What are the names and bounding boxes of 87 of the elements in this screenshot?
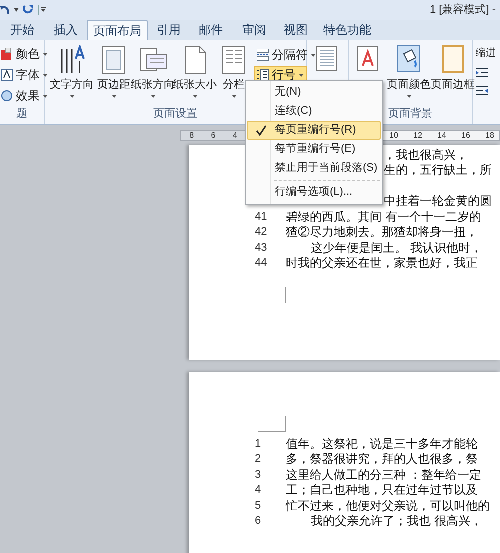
page-break-icon bbox=[257, 49, 269, 61]
ribbon-tab[interactable]: 特色功能 bbox=[315, 20, 380, 40]
theme-option-button[interactable]: 字体 bbox=[16, 66, 40, 84]
line-number: 6 bbox=[254, 514, 262, 528]
caret-icon bbox=[232, 95, 236, 98]
text-line: 时我的父亲还在世，家景也好，我正 bbox=[286, 256, 478, 270]
ribbon-button[interactable]: 纸张大小 bbox=[174, 40, 216, 106]
caret-icon bbox=[43, 94, 48, 98]
menu-item[interactable]: 每节重编行号(E) bbox=[247, 140, 381, 159]
text-line: ，我也很高兴， bbox=[384, 148, 468, 162]
text-line: 值年。这祭祀，说是三十多年才能轮 bbox=[286, 436, 478, 451]
caret-icon bbox=[406, 95, 412, 98]
ruler-number: 8 bbox=[188, 130, 196, 142]
undo-icon bbox=[0, 4, 10, 16]
caret-icon bbox=[70, 95, 74, 98]
checkmark-icon bbox=[256, 125, 266, 136]
menu-item[interactable]: 行编号选项(L)... bbox=[247, 183, 381, 202]
text-line: 我的父亲允许了；我也 很高兴， bbox=[310, 514, 482, 528]
caret-icon bbox=[14, 8, 19, 12]
line-number: 44 bbox=[254, 256, 268, 270]
page-margins-icon bbox=[100, 45, 128, 75]
text-line: 工；自己也种地，只在过年过节以及 bbox=[286, 483, 478, 498]
document-icon bbox=[316, 46, 338, 72]
text-line: 碧绿的西瓜。其间 有一个十一二岁的 bbox=[286, 210, 482, 224]
text-line: 这里给人做工的分三种 ：整年给一定 bbox=[286, 468, 482, 482]
caret-icon bbox=[299, 74, 304, 76]
group-label: 缩进 bbox=[476, 46, 496, 61]
ribbon-tab[interactable]: 页面布局 bbox=[87, 20, 148, 40]
window-title: 1 [兼容模式] - bbox=[430, 2, 496, 18]
ruler-number: 6 bbox=[210, 130, 217, 142]
ribbon-button[interactable]: 文字方向 bbox=[48, 40, 96, 106]
columns-icon bbox=[220, 45, 248, 75]
caret-icon bbox=[43, 74, 48, 76]
effects-icon bbox=[1, 90, 13, 102]
line-number: 1 bbox=[254, 436, 262, 451]
theme-option-button[interactable]: 效果 bbox=[16, 87, 40, 105]
ribbon-button[interactable]: 页面颜色 bbox=[387, 40, 431, 106]
ribbon-tab[interactable]: 审阅 bbox=[232, 20, 277, 40]
text-line: 猹②尽力地刺去。那猹却将身一扭， bbox=[286, 225, 478, 240]
ribbon-button[interactable]: 分隔符 bbox=[254, 46, 319, 64]
caret-icon bbox=[112, 95, 116, 98]
ribbon-button[interactable]: 纸张方向 bbox=[132, 40, 174, 106]
caret-icon bbox=[192, 95, 198, 98]
caret-icon bbox=[150, 95, 156, 98]
colors-icon bbox=[1, 48, 13, 60]
menu-item[interactable]: 每页重编行号(R) bbox=[247, 121, 381, 140]
line-number: 2 bbox=[254, 452, 262, 466]
group-label: 页面设置 bbox=[154, 107, 198, 122]
line-number: 41 bbox=[254, 210, 268, 224]
line-number: 4 bbox=[254, 483, 262, 498]
ribbon-tab[interactable]: 插入 bbox=[45, 20, 87, 40]
corner-mark bbox=[258, 416, 286, 432]
line-number: 5 bbox=[254, 498, 262, 513]
group-label: 页面背景 bbox=[388, 106, 432, 122]
line-number: 3 bbox=[254, 468, 262, 482]
corner-mark bbox=[285, 287, 286, 303]
caret-icon bbox=[43, 52, 48, 56]
paint-bucket-icon bbox=[395, 45, 423, 75]
text-line: 这少年便是闰土。 我认识他时， bbox=[310, 240, 482, 255]
text-line: 多，祭器很讲究，拜的人也很多，祭 bbox=[286, 452, 478, 466]
ribbon-tab[interactable]: 视图 bbox=[277, 20, 315, 40]
group-label: 题 bbox=[16, 107, 28, 122]
ruler-number: 18 bbox=[484, 130, 496, 142]
ruler-number: 16 bbox=[460, 130, 472, 142]
redo-icon bbox=[23, 4, 34, 16]
text-line: 中挂着一轮金黄的圆 bbox=[384, 194, 492, 208]
ribbon-tab[interactable]: 邮件 bbox=[190, 20, 232, 40]
ribbon-button[interactable]: 页边距 bbox=[96, 40, 132, 106]
caret-icon bbox=[311, 54, 316, 56]
ruler-number: 14 bbox=[436, 130, 448, 142]
watermark-icon bbox=[357, 46, 379, 72]
indent-left-icon bbox=[476, 67, 488, 79]
menu-item[interactable]: 禁止用于当前段落(S) bbox=[247, 159, 381, 178]
ribbon-tab[interactable]: 开始 bbox=[0, 20, 45, 40]
line-number: 42 bbox=[254, 225, 268, 240]
text-line: 生的，五行缺土，所 bbox=[384, 163, 492, 178]
text-line: 忙不过来，他便对父亲说，可以叫他的 bbox=[286, 498, 490, 513]
indent-right-icon bbox=[476, 85, 488, 97]
page-border-icon bbox=[439, 45, 467, 75]
ribbon-button[interactable]: 页面边框 bbox=[431, 40, 475, 106]
ribbon-tab[interactable]: 引用 bbox=[148, 20, 190, 40]
customize-icon bbox=[38, 5, 46, 15]
theme-option-button[interactable]: 颜色 bbox=[16, 45, 40, 63]
ruler-number: 12 bbox=[412, 130, 424, 142]
ruler-number: 10 bbox=[388, 130, 400, 142]
ruler-number: 4 bbox=[232, 130, 238, 142]
line-number: 43 bbox=[254, 240, 268, 255]
